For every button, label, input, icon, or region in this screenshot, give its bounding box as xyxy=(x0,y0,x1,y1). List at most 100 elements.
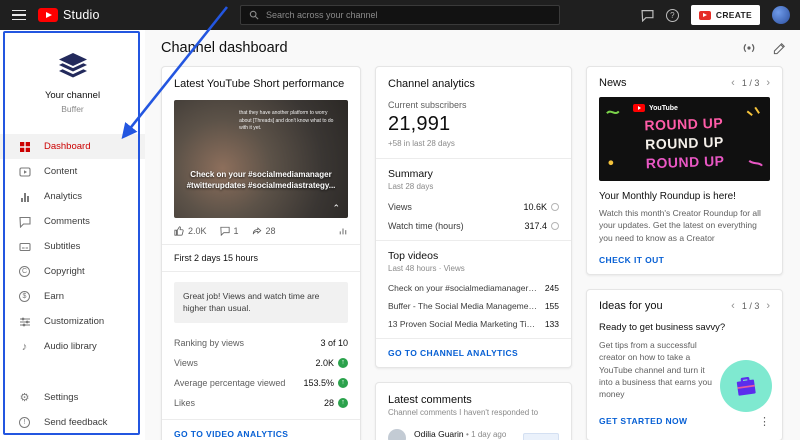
get-started-now-link[interactable]: GET STARTED NOW xyxy=(599,416,687,426)
stat-row-likes: Likes 28 ↑ xyxy=(162,393,360,413)
sidebar-item-label: Settings xyxy=(44,392,78,403)
sidebar-item-label: Comments xyxy=(44,216,90,227)
sidebar-item-label: Customization xyxy=(44,316,104,327)
topbar-actions: ? CREATE xyxy=(641,0,790,30)
edit-pencil-icon[interactable] xyxy=(773,42,786,55)
share-count: 28 xyxy=(266,226,276,236)
sidebar-item-label: Subtitles xyxy=(44,241,80,252)
subscribers-delta: +58 in last 28 days xyxy=(388,139,559,148)
top-video-row[interactable]: 13 Proven Social Media Marketing Tips fo… xyxy=(388,315,559,338)
comment-item[interactable]: Odilia Guarin • 1 day ago Gracias por la… xyxy=(376,425,571,440)
sidebar-item-audio-library[interactable]: ♪ Audio library xyxy=(0,334,145,359)
summary-subtitle: Last 28 days xyxy=(388,182,559,191)
account-avatar[interactable] xyxy=(772,6,790,24)
sidebar-item-label: Copyright xyxy=(44,266,85,277)
top-video-row[interactable]: Check on your #socialmediamanager #twitt… xyxy=(388,279,559,297)
menu-icon[interactable] xyxy=(12,10,26,21)
sidebar-item-comments[interactable]: Comments xyxy=(0,209,145,234)
summary-row-views: Views 10.6K xyxy=(388,197,559,216)
chevron-left-icon[interactable]: ‹ xyxy=(731,77,735,89)
info-icon xyxy=(551,203,559,211)
sidebar-menu: Dashboard Content Analytics xyxy=(0,134,145,435)
sidebar-item-label: Audio library xyxy=(44,341,97,352)
top-video-row[interactable]: Buffer - The Social Media Management Too… xyxy=(388,297,559,315)
news-thumb-brand: YouTube xyxy=(649,105,678,112)
summary-row-watch-time: Watch time (hours) 317.4 xyxy=(388,216,559,240)
go-live-icon[interactable] xyxy=(741,42,757,54)
page: Studio ? CREATE xyxy=(0,0,800,440)
create-button-label: CREATE xyxy=(716,10,752,20)
channel-name: Buffer xyxy=(61,104,84,114)
search-bar[interactable] xyxy=(240,5,560,25)
ideas-headline: Ready to get business savvy? xyxy=(587,320,782,333)
news-card: News ‹ 1 / 3 › xyxy=(586,66,783,275)
create-button[interactable]: CREATE xyxy=(691,5,760,25)
sidebar-item-content[interactable]: Content xyxy=(0,159,145,184)
comments-card-title: Latest comments xyxy=(388,394,559,406)
stat-row-avg-viewed: Average percentage viewed 153.5% ↑ xyxy=(162,373,360,393)
chevron-left-icon[interactable]: ‹ xyxy=(731,300,735,312)
news-headline: Your Monthly Roundup is here! xyxy=(587,181,782,202)
buffer-logo-icon xyxy=(54,50,92,80)
like-icon xyxy=(174,226,184,236)
summary-title: Summary xyxy=(388,168,559,180)
sidebar-item-dashboard[interactable]: Dashboard xyxy=(0,134,145,159)
news-card-title: News xyxy=(599,77,627,89)
channel-profile[interactable]: Your channel Buffer xyxy=(0,34,145,126)
sidebar-item-label: Dashboard xyxy=(44,141,90,152)
sidebar-item-send-feedback[interactable]: ! Send feedback xyxy=(0,410,145,435)
short-card-title: Latest YouTube Short performance xyxy=(174,78,348,90)
stat-row-ranking: Ranking by views 3 of 10 xyxy=(162,333,360,353)
top-videos-subtitle: Last 48 hours · Views xyxy=(388,264,559,273)
brand-title: Studio xyxy=(63,8,100,22)
page-title: Channel dashboard xyxy=(161,40,288,56)
comment-icon xyxy=(220,226,230,236)
send-feedback-icon: ! xyxy=(18,416,31,429)
sidebar-item-analytics[interactable]: Analytics xyxy=(0,184,145,209)
feedback-icon[interactable] xyxy=(641,9,654,22)
go-to-channel-analytics-link[interactable]: GO TO CHANNEL ANALYTICS xyxy=(376,339,571,367)
channel-label: Your channel xyxy=(45,90,100,101)
copyright-icon: C xyxy=(18,265,31,278)
help-icon[interactable]: ? xyxy=(666,9,679,22)
top-videos-title: Top videos xyxy=(388,250,559,262)
youtube-logo-icon[interactable] xyxy=(38,8,58,22)
comment-count: 1 xyxy=(234,226,239,236)
sidebar-item-earn[interactable]: $ Earn xyxy=(0,284,145,309)
chevron-right-icon[interactable]: › xyxy=(766,300,770,312)
caret-up-icon[interactable]: ⌃ xyxy=(332,203,340,214)
search-input[interactable] xyxy=(266,10,551,20)
sidebar-item-label: Send feedback xyxy=(44,417,107,428)
chevron-right-icon[interactable]: › xyxy=(766,77,770,89)
short-video-thumbnail[interactable]: that they have another platform to worry… xyxy=(174,100,348,218)
news-thumbnail[interactable]: YouTube ROUND UP ROUND UP ROUND UP xyxy=(599,97,770,181)
short-stats-row: 2.0K 1 28 xyxy=(162,218,360,244)
sidebar-item-settings[interactable]: ⚙ Settings xyxy=(0,385,145,410)
channel-analytics-card: Channel analytics Current subscribers 21… xyxy=(375,66,572,368)
check-it-out-link[interactable]: CHECK IT OUT xyxy=(587,246,782,274)
ideas-card-title: Ideas for you xyxy=(599,300,663,312)
kebab-menu-icon[interactable]: ⋮ xyxy=(759,415,770,428)
short-performance-card: Latest YouTube Short performance that th… xyxy=(161,66,361,440)
trend-up-icon: ↑ xyxy=(338,398,348,408)
dot-separator: • xyxy=(466,430,469,439)
comments-card-subtitle: Channel comments I haven't responded to xyxy=(388,408,559,417)
trend-up-icon: ↑ xyxy=(338,378,348,388)
sidebar-footer: ⚙ Settings ! Send feedback xyxy=(0,385,145,435)
sidebar-item-copyright[interactable]: C Copyright xyxy=(0,259,145,284)
like-count: 2.0K xyxy=(188,226,207,236)
sidebar-item-label: Content xyxy=(44,166,77,177)
news-pager: 1 / 3 xyxy=(742,78,760,88)
sidebar-item-label: Analytics xyxy=(44,191,82,202)
dashboard-icon xyxy=(18,140,31,153)
comment-video-thumbnail xyxy=(523,433,559,440)
ideas-for-you-card: Ideas for you ‹ 1 / 3 › Ready to get bus… xyxy=(586,289,783,440)
topbar: Studio ? CREATE xyxy=(0,0,800,30)
share-icon xyxy=(252,226,262,236)
sidebar-item-customization[interactable]: Customization xyxy=(0,309,145,334)
thumbnail-overlay-text: Check on your #socialmediamanager #twitt… xyxy=(174,169,348,192)
go-to-video-analytics-link[interactable]: GO TO VIDEO ANALYTICS xyxy=(162,420,360,440)
commenter-avatar xyxy=(388,429,406,440)
chart-expand-icon[interactable] xyxy=(338,226,348,236)
sidebar-item-subtitles[interactable]: Subtitles xyxy=(0,234,145,259)
